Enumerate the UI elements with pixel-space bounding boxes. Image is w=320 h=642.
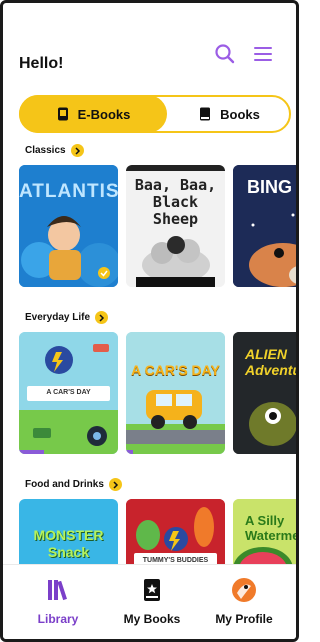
section-label: Classics — [25, 145, 66, 156]
greeting: Hello! — [19, 55, 64, 72]
book-card[interactable]: Baa, Baa, Black Sheep — [126, 165, 225, 287]
tab-my-books-label: My Books — [123, 612, 181, 626]
reading-progress-bar — [19, 450, 44, 454]
tab-books[interactable]: Books — [167, 95, 291, 133]
header: Hello! — [17, 39, 282, 73]
tab-ebooks[interactable]: E-Books — [19, 95, 167, 133]
book-title: A CAR'S DAY — [131, 362, 220, 378]
chevron-right-icon[interactable] — [108, 478, 122, 491]
section-label: Food and Drinks — [25, 479, 104, 490]
section-title-classics: Classics — [25, 144, 84, 157]
app-screen: Hello! E-Books Books Classics ATLANTIS B… — [0, 0, 299, 642]
book-card[interactable]: A CAR'S DAY — [126, 332, 225, 454]
tab-library[interactable]: Library — [13, 577, 103, 626]
book-cover-art — [126, 332, 225, 454]
book-title: MONSTER Snack — [33, 527, 104, 560]
book-icon — [200, 107, 211, 121]
chevron-right-icon[interactable] — [95, 311, 109, 324]
tablet-icon — [57, 107, 68, 121]
book-row-classics: ATLANTIS Baa, Baa, Black Sheep BING — [19, 165, 296, 291]
format-tabs: E-Books Books — [19, 95, 291, 133]
section-title-everyday-life: Everyday Life — [25, 311, 109, 324]
reading-progress-bar — [126, 450, 133, 454]
book-title: ALIEN Adventure — [245, 346, 296, 378]
book-title: A CAR'S DAY — [46, 389, 91, 396]
chevron-right-icon[interactable] — [70, 144, 84, 157]
profile-avatar-icon — [232, 578, 256, 602]
book-row-everyday-life: A CAR'S DAY A CAR'S DAY ALIEN Advent — [19, 332, 296, 458]
section-title-food-and-drinks: Food and Drinks — [25, 478, 122, 491]
book-card[interactable]: ATLANTIS — [19, 165, 118, 287]
tab-my-books[interactable]: My Books — [107, 577, 197, 626]
book-title: BING — [247, 177, 292, 197]
tab-my-profile[interactable]: My Profile — [199, 577, 289, 626]
tab-my-profile-label: My Profile — [215, 612, 273, 626]
library-icon — [48, 580, 67, 601]
bottom-tab-bar: Library My Books My Profile — [3, 564, 296, 639]
section-label: Everyday Life — [25, 312, 91, 323]
book-card[interactable]: A CAR'S DAY — [19, 332, 118, 454]
book-title: Baa, Baa, Black Sheep — [134, 176, 217, 228]
book-title: TUMMY'S BUDDIES — [142, 557, 209, 564]
book-title: A Silly Watermelon — [245, 513, 299, 543]
tab-library-label: Library — [37, 612, 79, 626]
book-card[interactable]: ALIEN Adventure — [233, 332, 296, 454]
book-title: ATLANTIS — [19, 181, 118, 202]
my-books-icon — [144, 579, 160, 601]
tab-ebooks-label: E-Books — [77, 106, 131, 122]
tab-books-label: Books — [220, 106, 260, 122]
book-card[interactable]: BING — [233, 165, 296, 287]
search-icon[interactable] — [212, 41, 238, 67]
hamburger-menu-icon[interactable] — [250, 41, 276, 67]
